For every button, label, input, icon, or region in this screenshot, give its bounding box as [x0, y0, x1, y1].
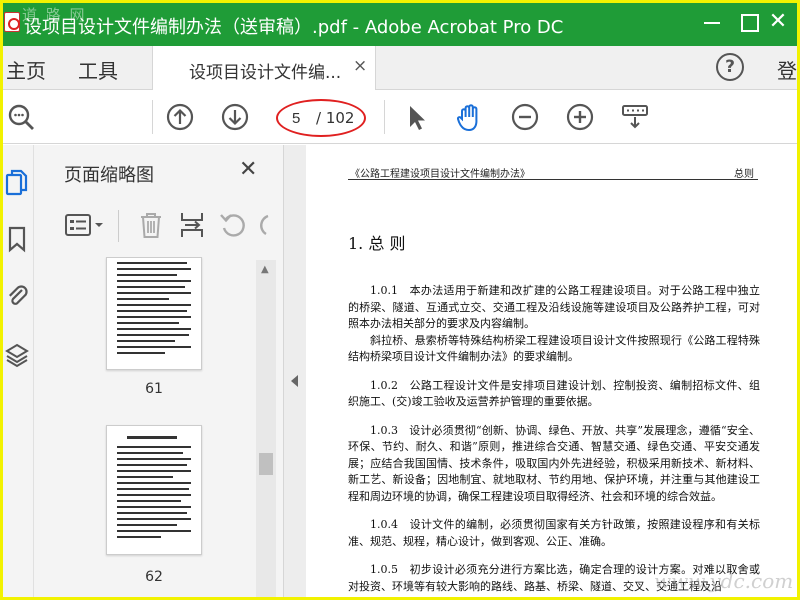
- scroll-up-arrow[interactable]: ▲: [261, 264, 269, 275]
- minimize-button[interactable]: [702, 12, 722, 32]
- collapse-arrow-icon[interactable]: [291, 375, 298, 387]
- title-bar: 道 路 网 设项目设计文件编制办法（送审稿）.pdf - Adobe Acrob…: [0, 0, 800, 46]
- attachment-icon[interactable]: [5, 281, 29, 309]
- help-icon[interactable]: ?: [716, 53, 744, 81]
- zoom-out-icon[interactable]: [510, 102, 540, 132]
- sign-in-link[interactable]: 登: [777, 55, 797, 84]
- maximize-button[interactable]: [738, 12, 759, 32]
- running-header-title: 《公路工程建设项目设计文件编制办法》: [350, 169, 530, 180]
- section-heading: 1. 总 则: [348, 234, 406, 253]
- rotate-left-icon[interactable]: [218, 210, 248, 240]
- thumbnail-page[interactable]: [106, 257, 202, 370]
- window-title: 设项目设计文件编制办法（送审稿）.pdf - Adobe Acrobat Pro…: [24, 17, 564, 38]
- paragraph: 1.0.2 公路工程设计文件是安排项目建设计划、控制投资、编制招标文件、组织施工…: [348, 378, 760, 409]
- rotate-right-icon[interactable]: [258, 210, 272, 240]
- toolbar-separator: [384, 100, 385, 134]
- document-view: 《公路工程建设项目设计文件编制办法》 总则 1. 总 则 1.0.1 本办法适用…: [306, 145, 800, 600]
- tab-home[interactable]: 主页: [6, 55, 46, 84]
- page-up-icon[interactable]: [165, 102, 195, 132]
- thumbnail-page-number: 61: [145, 381, 163, 397]
- scrollbar-thumb[interactable]: [259, 453, 273, 475]
- paragraph: 1.0.1 本办法适用于新建和改扩建的公路工程建设项目。对于公路工程中独立的桥梁…: [348, 284, 760, 330]
- tab-close-button[interactable]: ×: [353, 56, 367, 76]
- panel-title: 页面缩略图: [64, 165, 154, 186]
- hand-tool-icon[interactable]: [455, 102, 485, 132]
- acrobat-app-icon: [4, 12, 20, 32]
- layers-icon[interactable]: [5, 341, 29, 369]
- thumbnail-options-icon[interactable]: [64, 210, 108, 240]
- zoom-in-icon[interactable]: [565, 102, 595, 132]
- paragraph: 1.0.3 设计必须贯彻“创新、协调、绿色、开放、共享”发展理念，遵循“安全、环…: [348, 423, 760, 503]
- insert-page-icon[interactable]: [177, 210, 207, 240]
- bookmark-icon[interactable]: [5, 225, 29, 253]
- page-number-input[interactable]: [292, 108, 314, 128]
- thumbnail-page[interactable]: [106, 425, 202, 555]
- panel-collapse-bar[interactable]: [284, 145, 306, 600]
- panel-toolbar-separator: [118, 210, 119, 242]
- header-rule: [348, 179, 758, 180]
- tab-bar: 主页 工具 设项目设计文件编... × ? 登: [0, 46, 800, 90]
- thumbnail-page-number: 62: [145, 569, 163, 585]
- tab-document[interactable]: 设项目设计文件编... ×: [152, 46, 376, 90]
- delete-page-icon[interactable]: [136, 210, 166, 240]
- thumbnail-list: 61 62: [62, 257, 272, 597]
- tab-tools[interactable]: 工具: [78, 55, 118, 84]
- running-header-section: 总则: [734, 169, 754, 180]
- select-arrow-icon[interactable]: [402, 102, 432, 132]
- paragraph: 斜拉桥、悬索桥等特殊结构桥梁工程建设项目设计文件按照现行《公路工程特殊结构桥梁项…: [348, 333, 760, 364]
- site-watermark: www.ydc.com: [654, 569, 794, 593]
- paragraph: 1.0.4 设计文件的编制，必须贯彻国家有关方针政策，按照建设程序和有关标准、规…: [348, 518, 760, 548]
- document-body: 1.0.1 本办法适用于新建和改扩建的公路工程建设项目。对于公路工程中独立的桥梁…: [348, 283, 760, 600]
- thumbnail-scrollbar[interactable]: ▲: [256, 260, 276, 600]
- tab-document-label: 设项目设计文件编...: [189, 63, 342, 83]
- panel-close-button[interactable]: ✕: [239, 157, 257, 182]
- main-toolbar: / 102: [0, 90, 800, 144]
- navigation-rail: [0, 145, 34, 600]
- page-thumbnails-icon[interactable]: [5, 169, 29, 197]
- close-window-button[interactable]: ✕: [768, 11, 788, 33]
- page-number-control: / 102: [276, 99, 366, 137]
- page-total-label: / 102: [316, 109, 355, 127]
- toolbar-separator: [152, 100, 153, 134]
- panel-toolbar: [34, 200, 284, 250]
- thumbnail-panel: 页面缩略图 ✕ 61 62 ▲: [34, 145, 284, 600]
- search-zoom-icon[interactable]: [6, 102, 36, 132]
- page-down-icon[interactable]: [220, 102, 250, 132]
- keyboard-scroll-icon[interactable]: [620, 102, 650, 132]
